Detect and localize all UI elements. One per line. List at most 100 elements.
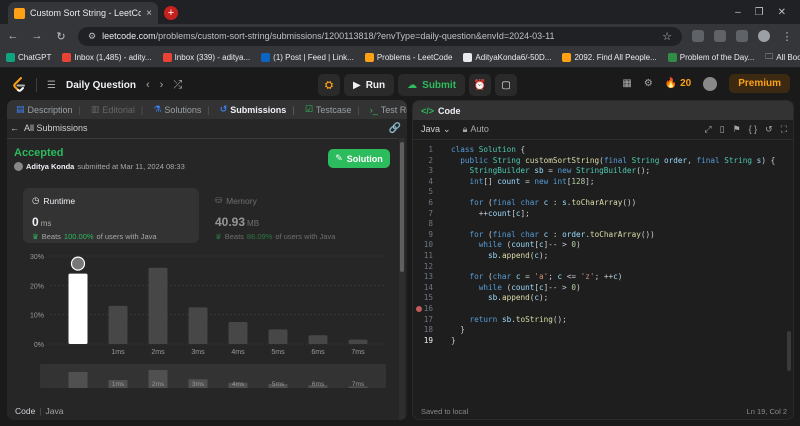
bookmark-item[interactable]: (1) Post | Feed | Link... [261,53,354,62]
run-button[interactable]: ▶ Run [344,74,395,96]
notes-button[interactable]: ▢ [495,74,518,96]
line-number[interactable]: 9 [413,230,437,241]
tab-editorial[interactable]: ▥ Editorial | [88,104,146,115]
bookmark-icon[interactable]: ⚑ [733,124,741,135]
daily-question-link[interactable]: Daily Question [66,80,136,91]
code-line[interactable]: 1 class Solution { [413,145,788,156]
new-tab-button[interactable]: + [164,6,178,20]
author-avatar[interactable] [14,162,23,171]
maximize-icon[interactable]: ❐ [755,7,764,18]
code-tab[interactable]: Code [438,106,461,116]
line-number[interactable]: 4 [413,177,437,188]
code-line[interactable]: 19} [413,336,788,347]
tab-testcase[interactable]: ☑ Testcase | [302,104,363,115]
post-solution-button[interactable]: ✎ Solution [328,149,390,168]
settings-gear-icon[interactable]: ⚙ [644,78,653,89]
file-icon[interactable]: ▯ [720,124,725,135]
code-line[interactable]: 5 [413,187,788,198]
scroll-thumb[interactable] [787,331,791,371]
bookmark-item[interactable]: Problems - LeetCode [364,53,452,62]
code-line[interactable]: 9 for (final char c : order.toCharArray(… [413,230,788,241]
code-line[interactable]: 12 [413,262,788,273]
code-line[interactable]: 6 for (final char c : s.toCharArray()) [413,198,788,209]
line-number[interactable]: 10 [413,240,437,251]
user-avatar[interactable] [703,76,718,91]
address-bar[interactable]: ⚙ leetcode.com/problems/custom-sort-stri… [78,26,682,46]
left-scrollbar[interactable] [399,138,405,420]
line-number[interactable]: 18 [413,325,437,336]
close-tab-icon[interactable]: × [146,8,152,19]
tab-submissions[interactable]: ↺ Submissions | [217,104,298,115]
tab-description[interactable]: ▤ Description | [13,104,84,115]
bookmark-item[interactable]: Inbox (339) - adityа... [162,53,250,62]
format-icon[interactable]: ⤢ [704,124,711,135]
editor-scrollbar[interactable] [786,141,792,399]
code-line[interactable]: 17 return sb.toString(); [413,315,788,326]
line-number[interactable]: 5 [413,187,437,198]
line-number[interactable]: 13 [413,272,437,283]
scroll-thumb[interactable] [400,142,404,272]
line-number[interactable]: 6 [413,198,437,209]
site-info-icon[interactable]: ⚙ [88,31,96,42]
tab-test-result[interactable]: ›_Test Result [367,105,407,115]
reset-icon[interactable]: ↺ [765,124,773,135]
code-line[interactable]: 11 sb.append(c); [413,251,788,262]
code-line[interactable]: 13 for (char c = 'a'; c <= 'z'; ++c) [413,272,788,283]
bookmark-item[interactable]: 2092. Find All People... [562,53,657,62]
bookmark-item[interactable]: Inbox (1,485) - adity... [62,53,152,62]
prev-question-icon[interactable]: ‹ [146,79,150,91]
premium-button[interactable]: Premium [729,74,790,93]
code-line[interactable]: 10 while (count[c]-- > 0) [413,240,788,251]
fullscreen-icon[interactable]: ⛶ [781,124,787,135]
bookmark-item[interactable]: AdityaKonda6/-50D... [463,53,551,62]
next-question-icon[interactable]: › [160,79,164,91]
reload-icon[interactable]: ↻ [54,30,68,43]
language-select[interactable]: Java ⌄ [421,124,451,135]
extension-icon[interactable] [714,30,726,42]
line-number[interactable]: 7 [413,209,437,220]
all-submissions-link[interactable]: ← All Submissions [10,123,88,133]
code-line[interactable]: 16 [413,304,788,315]
browser-tab[interactable]: Custom Sort String - LeetCode × [8,2,158,24]
leetcode-logo-icon[interactable] [12,77,26,93]
bookmark-star-icon[interactable]: ☆ [662,30,672,43]
line-number[interactable]: 19 [413,336,437,347]
timer-button[interactable]: ⏰ [469,74,492,96]
code-line[interactable]: 18 } [413,325,788,336]
code-line[interactable]: 8 [413,219,788,230]
all-bookmarks[interactable]: 🗀All Bookmarks [765,51,800,65]
breakpoint-icon[interactable] [416,305,422,312]
line-number[interactable]: 1 [413,145,437,156]
bookmark-item[interactable]: ChatGPT [6,53,51,62]
line-number[interactable]: 14 [413,283,437,294]
close-window-icon[interactable]: ✕ [778,7,786,18]
auto-mode-toggle[interactable]: 🔒︎ Auto [463,124,489,135]
layout-icon[interactable]: ▦ [622,78,631,89]
back-icon[interactable]: ← [6,30,20,42]
profile-avatar-icon[interactable] [758,30,770,42]
line-number[interactable]: 2 [413,156,437,167]
streak-counter[interactable]: 🔥 20 [665,78,691,89]
line-number[interactable]: 16 [413,304,437,315]
line-number[interactable]: 17 [413,315,437,326]
extension-icon[interactable] [692,30,704,42]
braces-icon[interactable]: { } [749,124,758,135]
list-icon[interactable]: ☰ [47,80,56,91]
bookmark-item[interactable]: Problem of the Day... [667,53,754,62]
share-link-icon[interactable]: 🔗 [389,123,401,134]
line-number[interactable]: 12 [413,262,437,273]
code-line[interactable]: 2 public String customSortString(final S… [413,156,788,167]
minimize-icon[interactable]: – [735,7,741,18]
code-line[interactable]: 3 StringBuilder sb = new StringBuilder()… [413,166,788,177]
forward-icon[interactable]: → [30,30,44,42]
line-number[interactable]: 3 [413,166,437,177]
author-name[interactable]: Aditya Konda [26,162,74,171]
runtime-card[interactable]: ◷ Runtime 0 ms ♛ Beats 100.00% of users with … [23,188,199,243]
code-line[interactable]: 15 sb.append(c); [413,293,788,304]
code-line[interactable]: 7 ++count[c]; [413,209,788,220]
browser-menu-icon[interactable]: ⋮ [780,30,794,43]
line-number[interactable]: 11 [413,251,437,262]
submit-button[interactable]: ☁ Submit [398,74,466,96]
memory-card[interactable]: ⛁ Memory 40.93 MB ♛ Beats 86.09% of users wit… [206,188,382,243]
extension-icon[interactable] [736,30,748,42]
